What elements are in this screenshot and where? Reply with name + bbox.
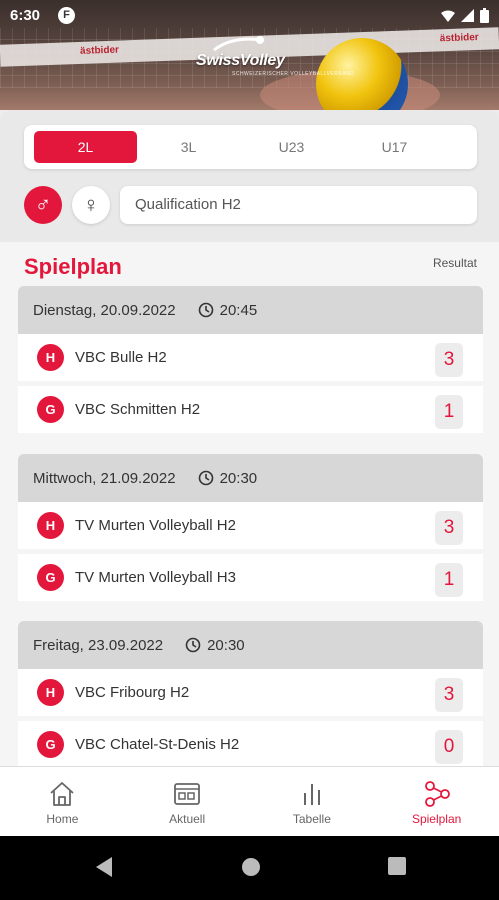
guest-badge: G — [37, 396, 64, 423]
team-name: VBC Schmitten H2 — [75, 401, 201, 418]
male-filter-button[interactable]: ♂ — [24, 186, 62, 224]
match-row-home[interactable]: H VBC Fribourg H2 3 — [18, 669, 483, 721]
bar-chart-icon — [303, 784, 320, 805]
score: 3 — [435, 678, 463, 712]
team-name: VBC Bulle H2 — [75, 349, 167, 366]
clock-icon — [185, 637, 201, 653]
status-bar: 6:30 F — [0, 0, 499, 32]
home-badge: H — [37, 679, 64, 706]
back-icon[interactable] — [94, 856, 114, 878]
female-filter-button[interactable]: ♀ — [72, 186, 110, 224]
tab-u23[interactable]: U23 — [240, 131, 343, 163]
sponsor-text: ästbider — [79, 44, 120, 57]
home-badge: H — [37, 344, 64, 371]
match-row-guest[interactable]: G VBC Schmitten H2 1 — [18, 386, 483, 438]
day-header: Freitag, 23.09.2022 20:30 — [18, 621, 483, 669]
tab-3l[interactable]: 3L — [137, 131, 240, 163]
home-badge: H — [37, 512, 64, 539]
notification-app-icon: F — [58, 7, 75, 24]
team-name: VBC Fribourg H2 — [75, 684, 190, 701]
day-group: Freitag, 23.09.2022 20:30 H VBC Fribourg… — [18, 621, 483, 766]
swissvolley-logo: SwissVolley — [196, 52, 285, 69]
score: 1 — [435, 395, 463, 429]
score: 0 — [435, 730, 463, 764]
match-time: 20:30 — [207, 636, 245, 654]
match-row-guest[interactable]: G VBC Chatel-St-Denis H2 0 — [18, 721, 483, 766]
team-name: TV Murten Volleyball H3 — [75, 569, 236, 586]
match-date: Freitag, 23.09.2022 — [33, 636, 164, 654]
day-header: Dienstag, 20.09.2022 20:45 — [18, 286, 483, 334]
news-icon — [174, 783, 201, 805]
day-header: Mittwoch, 21.09.2022 20:30 — [18, 454, 483, 502]
match-date: Mittwoch, 21.09.2022 — [33, 469, 176, 487]
day-group: Dienstag, 20.09.2022 20:45 H VBC Bulle H… — [18, 286, 483, 438]
page-title: Spielplan — [24, 254, 122, 279]
wifi-icon — [441, 10, 455, 22]
league-tabs: 2L 3L U23 U17 — [24, 125, 477, 169]
match-row-guest[interactable]: G TV Murten Volleyball H3 1 — [18, 554, 483, 606]
match-date: Dienstag, 20.09.2022 — [33, 301, 176, 319]
sponsor-text: ästbider — [439, 31, 479, 45]
nav-home[interactable]: Home — [0, 767, 125, 836]
score: 1 — [435, 563, 463, 597]
battery-icon — [480, 8, 489, 23]
nav-label: Tabelle — [292, 812, 331, 826]
logo-subtitle: SCHWEIZERISCHER VOLLEYBALLVERBAND — [232, 71, 355, 77]
status-time: 6:30 — [10, 7, 41, 24]
bottom-navigation: Home Aktuell Tabelle Spielplan — [0, 766, 499, 836]
system-navigation-bar — [0, 836, 499, 900]
match-row-home[interactable]: H VBC Bulle H2 3 — [18, 334, 483, 386]
clock-icon — [198, 302, 213, 318]
match-time: 20:30 — [219, 469, 258, 487]
day-group: Mittwoch, 21.09.2022 20:30 H TV Murten V… — [18, 454, 483, 606]
score: 3 — [435, 511, 463, 545]
nav-label: Home — [46, 812, 79, 826]
guest-badge: G — [37, 564, 64, 591]
score: 3 — [435, 343, 463, 377]
result-column-label: Resultat — [432, 256, 477, 270]
female-icon: ♀ — [82, 192, 100, 217]
guest-badge: G — [37, 731, 64, 758]
schedule-nodes-icon — [424, 781, 450, 807]
match-time: 20:45 — [219, 301, 258, 319]
nav-spielplan[interactable]: Spielplan — [374, 767, 499, 836]
nav-label: Aktuell — [169, 812, 206, 826]
signal-icon — [461, 9, 474, 22]
team-name: TV Murten Volleyball H2 — [75, 517, 236, 534]
nav-label: Spielplan — [411, 812, 462, 826]
schedule-content: Spielplan Resultat Dienstag, 20.09.2022 … — [0, 242, 499, 766]
team-name: VBC Chatel-St-Denis H2 — [75, 736, 240, 753]
tab-u17[interactable]: U17 — [343, 131, 446, 163]
recents-icon[interactable] — [387, 856, 407, 876]
clock-icon — [198, 470, 213, 486]
tab-2l[interactable]: 2L — [34, 131, 137, 163]
league-select[interactable]: Qualification H2 — [120, 186, 477, 224]
match-row-home[interactable]: H TV Murten Volleyball H2 3 — [18, 502, 483, 554]
nav-tabelle[interactable]: Tabelle — [250, 767, 375, 836]
home-icon — [50, 782, 74, 806]
home-circle-icon[interactable] — [240, 856, 262, 878]
male-icon: ♂ — [34, 192, 52, 217]
nav-aktuell[interactable]: Aktuell — [125, 767, 250, 836]
